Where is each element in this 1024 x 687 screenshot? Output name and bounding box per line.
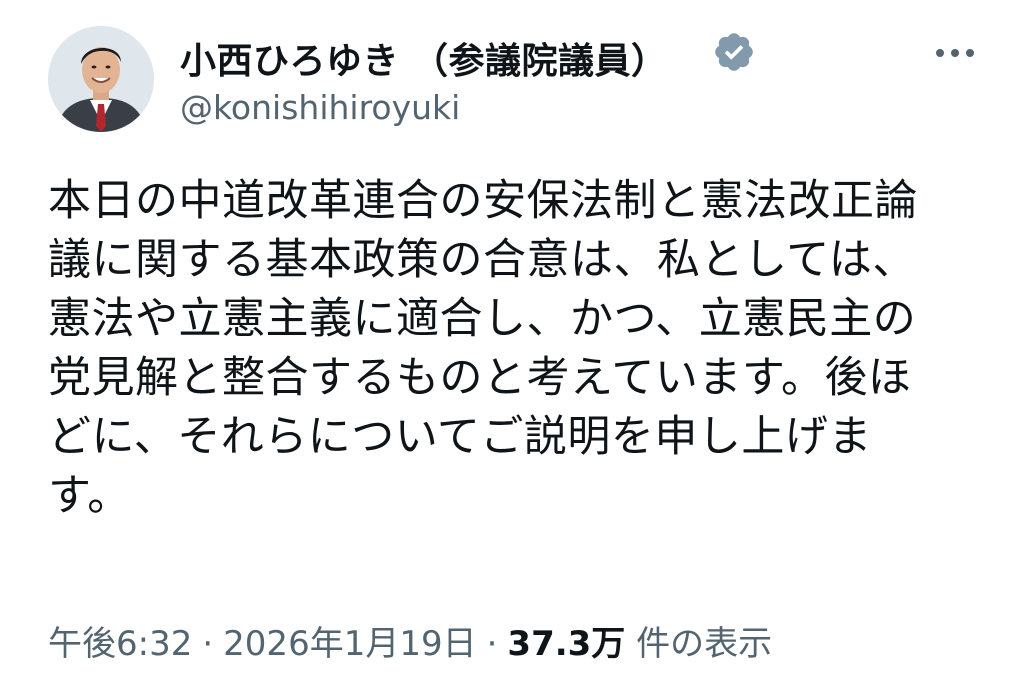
avatar[interactable] (48, 26, 154, 132)
tweet: 小西ひろゆき （参議院議員） @konishihiroyuki 本日の中道改革連… (0, 0, 1024, 687)
tweet-meta: 午後6:32 · 2026年1月19日 · 37.3万 件の表示 (48, 616, 772, 665)
handle[interactable]: @konishihiroyuki (180, 88, 460, 127)
tweet-time[interactable]: 午後6:32 (48, 624, 192, 664)
verified-badge-icon (712, 30, 756, 74)
avatar-photo (48, 26, 154, 132)
tweet-date[interactable]: 2026年1月19日 (223, 624, 476, 664)
display-name[interactable]: 小西ひろゆき （参議院議員） (180, 32, 668, 84)
views-count[interactable]: 37.3万 (507, 624, 625, 664)
separator: · (202, 624, 214, 664)
more-dots-icon[interactable] (932, 38, 978, 68)
tweet-text: 本日の中道改革連合の安保法制と憲法改正論 議に関する基本政策の合意は、私としては… (48, 176, 918, 521)
separator: · (486, 624, 498, 664)
views-label: 件の表示 (636, 624, 773, 664)
